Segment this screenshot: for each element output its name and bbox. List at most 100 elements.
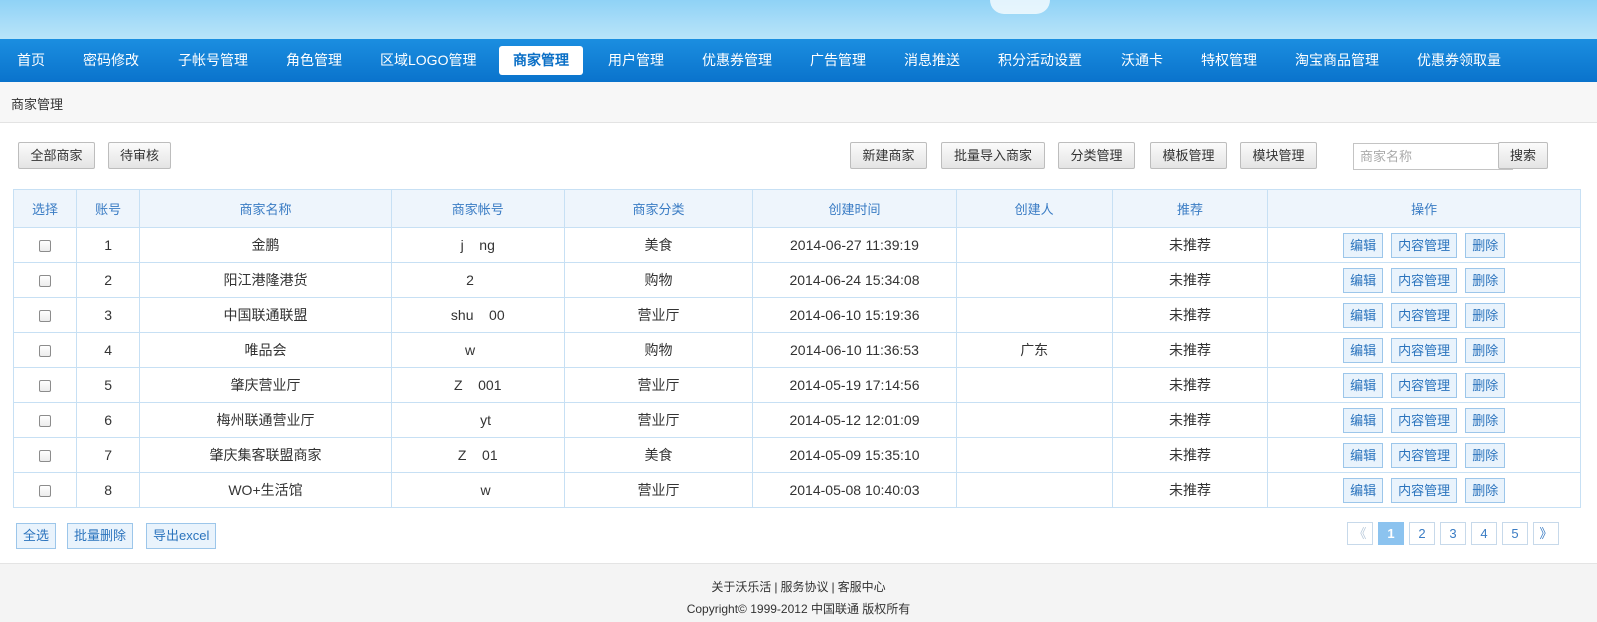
nav-item-push[interactable]: 消息推送: [904, 46, 960, 75]
row-actions: 编辑 内容管理 删除: [1267, 227, 1581, 263]
nav-item-wotong-card[interactable]: 沃通卡: [1121, 46, 1163, 75]
row-checkbox[interactable]: [39, 275, 52, 288]
row-checkbox[interactable]: [39, 345, 52, 358]
edit-button[interactable]: 编辑: [1343, 232, 1384, 258]
table-row: 4 唯品会 w 购物 2014-06-10 11:36:53 广东 未推荐 编辑 内容管理 删除: [12, 332, 1581, 368]
row-creator: [955, 262, 1113, 298]
nav-item-home[interactable]: 首页: [17, 46, 45, 75]
edit-button[interactable]: 编辑: [1343, 372, 1384, 398]
table-row: 5 肇庆营业厅 Z 001 营业厅 2014-05-19 17:14:56 未推荐 编辑 内容…: [12, 367, 1581, 403]
delete-button[interactable]: 删除: [1465, 267, 1506, 293]
footer-link-terms[interactable]: 服务协议: [780, 580, 828, 594]
table-row: 2 阳江港隆港货 2 购物 2014-06-24 15:34:08 未推荐 编辑 内容管理删…: [12, 262, 1581, 298]
content-manage-button[interactable]: 内容管理: [1391, 442, 1458, 468]
row-merchant-name: 梅州联通营业厅: [139, 402, 392, 438]
edit-button[interactable]: 编辑: [1343, 337, 1384, 363]
prev-page-button[interactable]: 《: [1347, 522, 1373, 545]
all-merchants-button[interactable]: 全部商家: [18, 142, 95, 169]
delete-button[interactable]: 删除: [1465, 337, 1506, 363]
row-actions: 编辑 内容管理 删除: [1267, 367, 1581, 403]
edit-button[interactable]: 编辑: [1343, 442, 1384, 468]
nav-item-subaccounts[interactable]: 子帐号管理: [178, 46, 248, 75]
page-button-1[interactable]: 1: [1378, 522, 1404, 545]
nav-item-merchants[interactable]: 商家管理: [499, 46, 583, 75]
page-button-3[interactable]: 3: [1440, 522, 1466, 545]
delete-button[interactable]: 删除: [1465, 477, 1506, 503]
nav-item-coupons[interactable]: 优惠券管理: [702, 46, 772, 75]
merchant-search-input[interactable]: [1353, 143, 1513, 170]
row-id: 3: [76, 297, 141, 333]
pending-review-button[interactable]: 待审核: [108, 142, 171, 169]
delete-button[interactable]: 删除: [1465, 302, 1506, 328]
search-button[interactable]: 搜索: [1498, 142, 1548, 169]
nav-item-privileges[interactable]: 特权管理: [1201, 46, 1257, 75]
main-nav: 首页 密码修改 子帐号管理 角色管理 区域LOGO管理 商家管理 用户管理 优惠…: [0, 39, 1597, 82]
row-recommend-status: 未推荐: [1111, 402, 1269, 438]
delete-button[interactable]: 删除: [1465, 407, 1506, 433]
delete-button[interactable]: 删除: [1465, 372, 1506, 398]
nav-item-password[interactable]: 密码修改: [83, 46, 139, 75]
row-checkbox[interactable]: [39, 240, 52, 253]
row-merchant-account: Z 01: [390, 437, 565, 473]
batch-delete-button[interactable]: 批量删除: [67, 523, 134, 549]
row-checkbox[interactable]: [39, 415, 52, 428]
content-manage-button[interactable]: 内容管理: [1391, 372, 1458, 398]
col-merchant-name: 商家名称: [139, 189, 392, 228]
module-manage-button[interactable]: 模块管理: [1240, 142, 1317, 169]
row-merchant-name: WO+生活馆: [139, 472, 392, 508]
content-manage-button[interactable]: 内容管理: [1391, 337, 1458, 363]
batch-import-button[interactable]: 批量导入商家: [941, 142, 1045, 169]
row-category: 美食: [563, 227, 754, 263]
nav-item-region-logo[interactable]: 区域LOGO管理: [380, 46, 476, 75]
footer-link-support[interactable]: 客服中心: [838, 580, 886, 594]
row-checkbox[interactable]: [39, 310, 52, 323]
nav-item-taobao[interactable]: 淘宝商品管理: [1295, 46, 1379, 75]
nav-item-ads[interactable]: 广告管理: [810, 46, 866, 75]
breadcrumb-bar: 商家管理: [0, 82, 1597, 123]
row-creator: [955, 437, 1113, 473]
export-excel-button[interactable]: 导出excel: [146, 523, 217, 549]
edit-button[interactable]: 编辑: [1343, 267, 1384, 293]
page-button-5[interactable]: 5: [1502, 522, 1528, 545]
new-merchant-button[interactable]: 新建商家: [850, 142, 927, 169]
page-button-2[interactable]: 2: [1409, 522, 1435, 545]
row-checkbox[interactable]: [39, 450, 52, 463]
table-header-row: 选择 账号 商家名称 商家帐号 商家分类 创建时间 创建人 推荐 操作: [12, 189, 1581, 228]
row-merchant-account: shu 00: [390, 297, 565, 333]
col-creator: 创建人: [955, 189, 1113, 228]
row-merchant-account: yt: [390, 402, 565, 438]
template-manage-button[interactable]: 模板管理: [1150, 142, 1227, 169]
edit-button[interactable]: 编辑: [1343, 477, 1384, 503]
content-manage-button[interactable]: 内容管理: [1391, 302, 1458, 328]
page-button-4[interactable]: 4: [1471, 522, 1497, 545]
row-checkbox[interactable]: [39, 380, 52, 393]
row-created-time: 2014-05-09 15:35:10: [752, 437, 957, 473]
content-manage-button[interactable]: 内容管理: [1391, 407, 1458, 433]
category-manage-button[interactable]: 分类管理: [1058, 142, 1135, 169]
next-page-button[interactable]: 》: [1533, 522, 1559, 545]
col-select: 选择: [12, 189, 78, 228]
edit-button[interactable]: 编辑: [1343, 302, 1384, 328]
delete-button[interactable]: 删除: [1465, 232, 1506, 258]
nav-item-users[interactable]: 用户管理: [608, 46, 664, 75]
table-row: 1 金鹏 j ng 美食 2014-06-27 11:39:19 未推荐 编辑 内容管理 删除: [12, 227, 1581, 263]
nav-item-roles[interactable]: 角色管理: [286, 46, 342, 75]
nav-item-coupon-claims[interactable]: 优惠券领取量: [1417, 46, 1501, 75]
row-merchant-account: Z 001: [390, 367, 565, 403]
nav-item-points[interactable]: 积分活动设置: [998, 46, 1082, 75]
row-recommend-status: 未推荐: [1111, 332, 1269, 368]
row-checkbox[interactable]: [39, 485, 52, 498]
select-all-button[interactable]: 全选: [16, 523, 57, 549]
col-merchant-account: 商家帐号: [390, 189, 565, 228]
row-merchant-account: w: [390, 332, 565, 368]
content-manage-button[interactable]: 内容管理: [1391, 477, 1458, 503]
footer: 关于沃乐活 | 服务协议 | 客服中心 Copyright© 1999-2012 中国联…: [0, 563, 1597, 622]
content-manage-button[interactable]: 内容管理: [1391, 232, 1458, 258]
row-category: 购物: [563, 262, 754, 298]
row-select-cell: [12, 297, 78, 333]
cloud-decoration: [990, 0, 1050, 14]
footer-link-about[interactable]: 关于沃乐活: [711, 580, 771, 594]
edit-button[interactable]: 编辑: [1343, 407, 1384, 433]
content-manage-button[interactable]: 内容管理: [1391, 267, 1458, 293]
delete-button[interactable]: 删除: [1465, 442, 1506, 468]
